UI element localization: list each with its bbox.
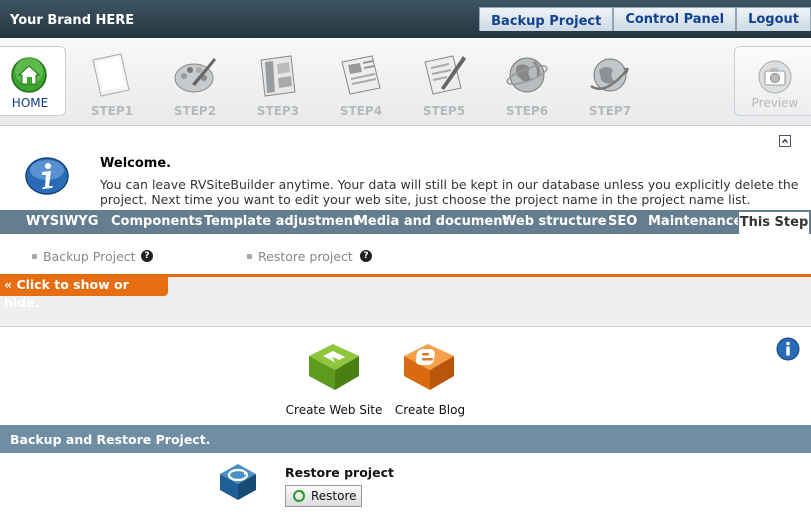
menu-template-adjustment[interactable]: Template adjustment — [204, 214, 359, 229]
step7-label[interactable]: STEP7 — [580, 104, 640, 118]
edit-page-icon[interactable] — [419, 50, 469, 100]
menu-media-and-document[interactable]: Media and document — [355, 214, 509, 229]
logout-link[interactable]: Logout — [736, 7, 811, 31]
menu-web-structure[interactable]: Web structure — [502, 214, 607, 229]
backup-project-link[interactable]: Backup Project — [479, 7, 614, 31]
welcome-title: Welcome. — [100, 156, 172, 171]
palette-icon[interactable] — [170, 50, 220, 100]
blogger-icon[interactable] — [398, 338, 458, 394]
template-icon[interactable] — [253, 50, 303, 100]
step3-label[interactable]: STEP3 — [248, 104, 308, 118]
publish-globe-icon[interactable] — [585, 50, 635, 100]
restore-icon — [220, 464, 256, 500]
menu-wysiwyg[interactable]: WYSIWYG — [26, 214, 98, 229]
home-label[interactable]: HOME — [0, 96, 60, 110]
top-header: Your Brand HERE Backup Project Control P… — [0, 0, 811, 38]
menu-components[interactable]: Components — [111, 214, 203, 229]
create-web-site-label[interactable]: Create Web Site — [284, 403, 384, 417]
show-hide-toggle[interactable]: « Click to show or hide. — [0, 276, 168, 310]
preview-label[interactable]: Preview — [740, 96, 810, 110]
home-icon[interactable] — [11, 57, 47, 93]
bullet-icon — [247, 254, 252, 259]
double-chevron-up-icon: « — [4, 277, 13, 292]
restore-project-sublink[interactable]: Restore project — [258, 249, 353, 264]
create-blog-label[interactable]: Create Blog — [380, 403, 480, 417]
control-panel-link[interactable]: Control Panel — [613, 7, 737, 31]
step5-label[interactable]: STEP5 — [414, 104, 474, 118]
menu-seo[interactable]: SEO — [608, 214, 637, 229]
welcome-text: You can leave RVSiteBuilder anytime. You… — [100, 177, 799, 207]
blank-page-icon[interactable] — [87, 50, 137, 100]
info-icon[interactable] — [776, 337, 800, 361]
refresh-icon — [293, 490, 305, 502]
help-icon[interactable]: ? — [141, 250, 153, 262]
bullet-icon — [32, 254, 37, 259]
section-title: Backup and Restore Project. — [10, 432, 211, 447]
step2-label[interactable]: STEP2 — [165, 104, 225, 118]
step6-label[interactable]: STEP6 — [497, 104, 557, 118]
menu-this-step[interactable]: This Step — [738, 211, 810, 234]
backup-project-sublink[interactable]: Backup Project — [43, 249, 136, 264]
create-site-icon[interactable] — [303, 338, 363, 394]
info-icon — [25, 157, 69, 195]
brand-title: Your Brand HERE — [10, 13, 135, 28]
collapse-icon[interactable] — [779, 135, 791, 147]
menu-maintenance[interactable]: Maintenance — [648, 214, 742, 229]
top-links: Backup Project Control Panel Logout — [479, 7, 811, 31]
newspaper-icon[interactable] — [336, 50, 386, 100]
help-icon[interactable]: ? — [360, 250, 372, 262]
camera-icon[interactable] — [756, 60, 794, 94]
step1-label[interactable]: STEP1 — [82, 104, 142, 118]
globe-icon[interactable] — [502, 50, 552, 100]
step4-label[interactable]: STEP4 — [331, 104, 391, 118]
restore-project-title: Restore project — [285, 465, 394, 480]
